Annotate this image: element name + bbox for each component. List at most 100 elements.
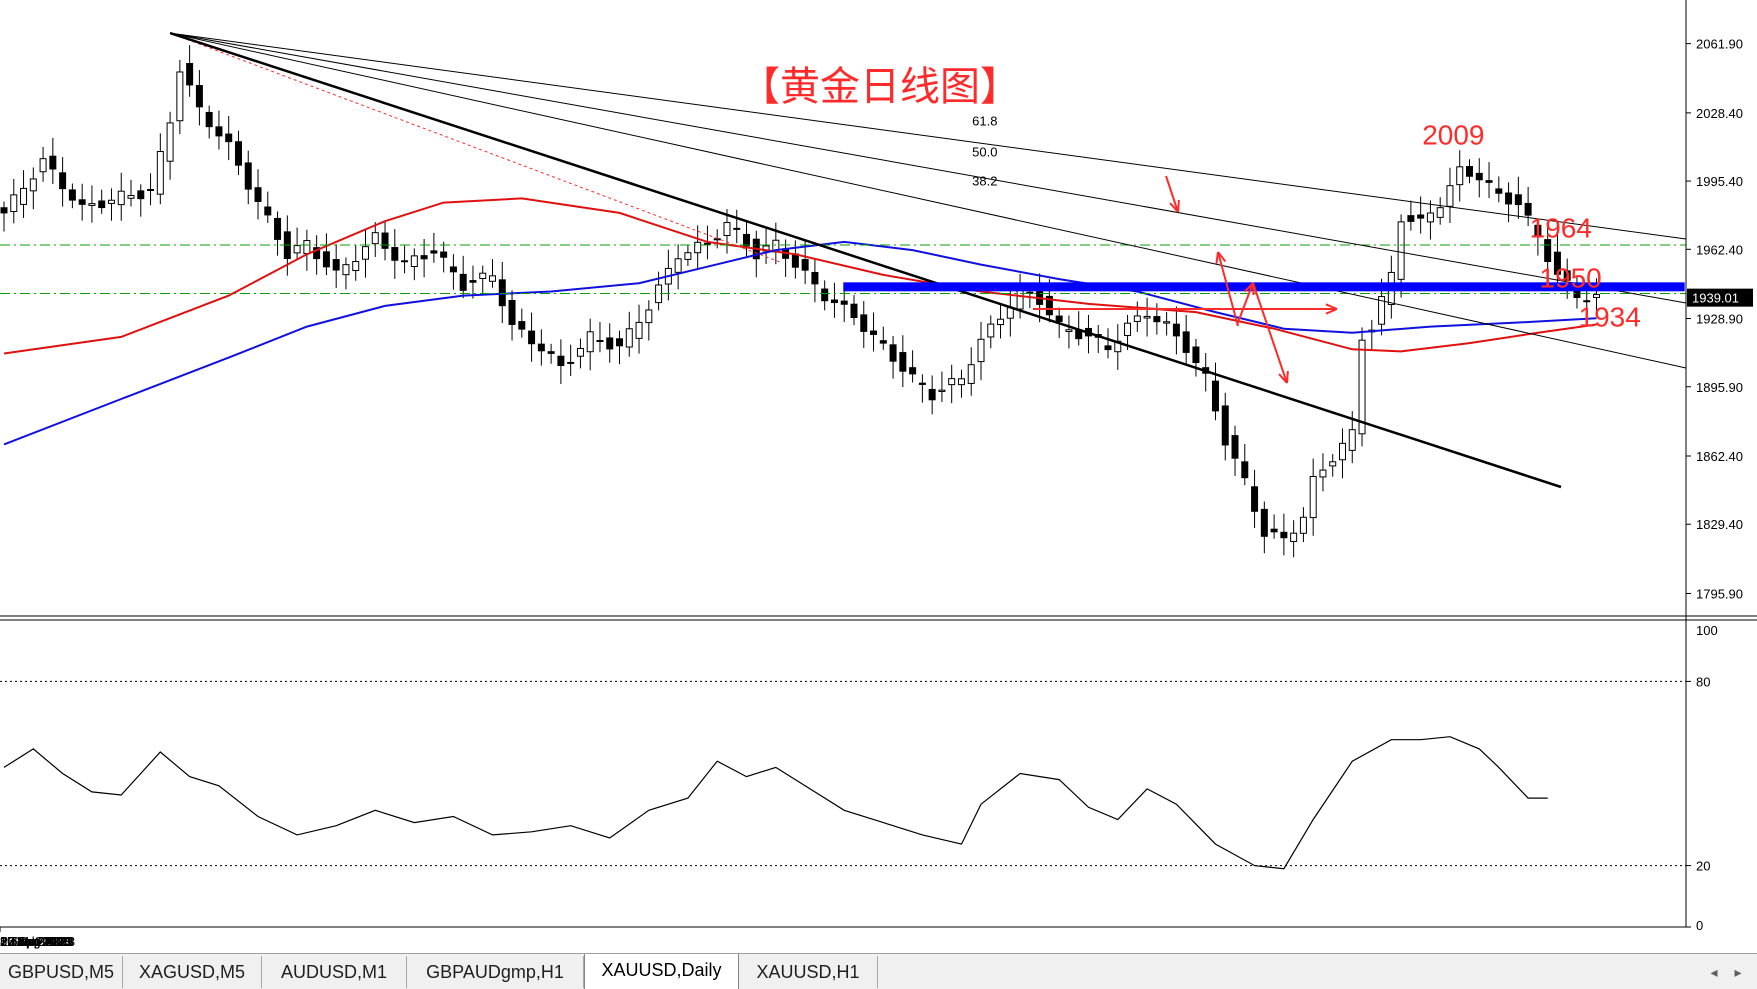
price-tick-label: 2061.90 xyxy=(1696,37,1743,52)
candle-body xyxy=(625,328,633,348)
candle-body xyxy=(68,189,76,201)
candle-body xyxy=(244,162,252,190)
candle-body xyxy=(1163,321,1171,324)
price-annotation: 1964 xyxy=(1530,213,1592,244)
candle-body xyxy=(469,280,477,283)
candle-body xyxy=(10,194,18,213)
candle-body xyxy=(557,355,565,367)
price-tick-label: 1895.90 xyxy=(1696,380,1743,395)
candle-body xyxy=(1299,516,1307,534)
candle-body xyxy=(1290,532,1298,542)
candle-body xyxy=(938,389,946,392)
candle-body xyxy=(1260,508,1268,537)
candle-body xyxy=(703,242,711,245)
candle-body xyxy=(420,255,428,260)
candle-body xyxy=(987,323,995,338)
tab-audusd-m1[interactable]: AUDUSD,M1 xyxy=(262,956,407,988)
price-tick-label: 1962.40 xyxy=(1696,242,1743,257)
candle-body xyxy=(49,155,57,170)
candle-body xyxy=(88,203,96,206)
candle-body xyxy=(1329,461,1337,467)
candle-body xyxy=(29,178,37,192)
candle-body xyxy=(361,246,369,260)
candle-body xyxy=(489,275,496,282)
candle-body xyxy=(78,199,86,205)
candle-body xyxy=(1397,221,1405,280)
candle-body xyxy=(743,233,751,247)
tab-xagusd-m5[interactable]: XAGUSD,M5 xyxy=(123,956,262,988)
candle-body xyxy=(293,245,301,254)
candle-body xyxy=(440,251,448,258)
candle-body xyxy=(997,318,1005,326)
candle-body xyxy=(537,343,545,352)
candle-body xyxy=(733,227,741,230)
candle-body xyxy=(850,303,858,319)
tab-xauusd-daily[interactable]: XAUUSD,Daily xyxy=(584,954,739,989)
candle-body xyxy=(1319,469,1327,478)
candle-body xyxy=(322,251,330,268)
time-axis: 2320 Apr 202312 May 20235 Jun 202327 Jun… xyxy=(0,927,75,949)
candle-body xyxy=(635,321,643,339)
candle-body xyxy=(303,240,311,255)
price-annotation: 2009 xyxy=(1422,120,1484,151)
candle-body xyxy=(234,141,242,166)
candle-body xyxy=(801,259,809,271)
candle-body xyxy=(977,338,985,363)
fib-level-label: 38.2 xyxy=(972,174,997,189)
fib-level-label: 50.0 xyxy=(972,145,997,160)
candle-body xyxy=(1182,331,1190,353)
candle-body xyxy=(1241,461,1249,479)
tab-scroll-right-icon[interactable]: ▸ xyxy=(1728,960,1748,984)
candle-body xyxy=(215,126,223,137)
candle-body xyxy=(586,331,594,353)
candle-body xyxy=(410,255,418,267)
candle-body xyxy=(879,340,887,344)
tab-gbpusd-m5[interactable]: GBPUSD,M5 xyxy=(0,956,123,988)
candle-body xyxy=(107,199,115,204)
candle-body xyxy=(860,314,868,332)
candle-body xyxy=(342,264,350,276)
current-price-label: 1939.01 xyxy=(1692,291,1739,306)
oscillator-tick-label: 0 xyxy=(1696,918,1703,933)
candle-body xyxy=(195,85,203,108)
candle-body xyxy=(1358,339,1366,435)
candle-body xyxy=(1495,188,1503,194)
candle-body xyxy=(791,253,799,268)
fib-level-label: 61.8 xyxy=(972,114,997,129)
candle-body xyxy=(449,266,457,273)
candle-body xyxy=(948,378,956,386)
candle-body xyxy=(391,247,399,261)
candle-body xyxy=(186,63,194,86)
candle-body xyxy=(723,222,731,237)
candle-body xyxy=(596,340,604,343)
price-axis: 2061.90 2028.40 1995.40 1962.40 1928.90 1895.… xyxy=(0,0,1757,933)
oscillator-line xyxy=(3,736,1548,870)
candle-body xyxy=(1124,322,1132,337)
candle-body xyxy=(821,288,829,302)
candle-body xyxy=(352,260,360,272)
candle-body xyxy=(1133,315,1141,322)
candle-body xyxy=(1192,346,1200,363)
candle-body xyxy=(1280,531,1288,539)
tab-xauusd-h1[interactable]: XAUUSD,H1 xyxy=(739,956,878,988)
candle-body xyxy=(1426,212,1434,223)
candle-body xyxy=(479,272,487,279)
candle-body xyxy=(1143,315,1151,319)
candle-body xyxy=(1251,486,1259,512)
candle-body xyxy=(1055,315,1063,323)
tab-gbpaudgmp-h1[interactable]: GBPAUDgmp,H1 xyxy=(407,956,584,988)
oscillator-tick-label: 20 xyxy=(1696,859,1710,874)
candle-body xyxy=(254,187,262,202)
candle-body xyxy=(909,367,917,375)
candle-body xyxy=(147,189,155,192)
candle-body xyxy=(1172,323,1180,337)
candle-body xyxy=(381,232,389,249)
time-tick-label: 8 Nov 2023 xyxy=(0,934,67,949)
price-tick-label: 1829.40 xyxy=(1696,517,1743,532)
tab-scroll-left-icon[interactable]: ◂ xyxy=(1704,960,1724,984)
candle-body xyxy=(1065,329,1073,332)
oscillator-tick-label: 100 xyxy=(1696,623,1718,638)
candle-body xyxy=(459,273,467,291)
candle-body xyxy=(1593,294,1601,298)
candle-body xyxy=(899,352,907,372)
